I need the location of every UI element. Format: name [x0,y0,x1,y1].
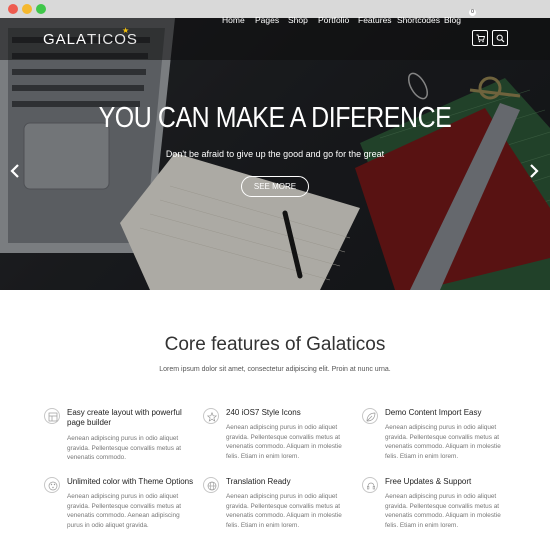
maximize-window-button[interactable] [36,4,46,14]
leaf-icon [362,408,378,424]
logo-star-icon: ★ [122,26,131,35]
hero-title: YOU CAN MAKE A DIFERENCE [98,102,452,134]
nav-home[interactable]: Home [222,15,245,25]
section-title: Core features of Galaticos [164,334,386,355]
layout-icon [44,408,60,424]
feature-description: Aenean adipiscing purus in odio aliquet … [67,493,182,529]
palette-icon [44,477,60,493]
feature-description: Aenean adipiscing purus in odio aliquet … [385,493,501,529]
cart-icon [476,34,485,43]
cart-button[interactable] [472,30,488,46]
search-icon [496,34,505,43]
feature-title: Demo Content Import Easy [385,408,482,417]
support-icon [362,477,378,493]
feature-description: Aenean adipiscing purus in odio aliquet … [226,493,342,529]
globe-icon [203,477,219,493]
search-button[interactable] [492,30,508,46]
chevron-right-icon[interactable] [529,163,539,179]
feature-title: 240 iOS7 Style Icons [226,408,301,417]
see-more-button[interactable]: SEE MORE [241,176,309,197]
feature-description: Aenean adipiscing purus in odio aliquet … [226,424,342,460]
nav-blog[interactable]: Blog [444,15,461,25]
feature-title: Easy create layout with powerful page bu… [67,408,182,427]
star-icon [203,408,219,424]
feature-description: Aenean adipiscing purus in odio aliquet … [67,435,182,461]
site-logo[interactable]: GALATICOS ★ [43,26,138,48]
minimize-window-button[interactable] [22,4,32,14]
feature-title: Translation Ready [226,477,291,486]
hero-subtitle: Don't be afraid to give up the good and … [165,149,385,159]
close-window-button[interactable] [8,4,18,14]
nav-shortcodes[interactable]: Shortcodes [397,15,440,25]
feature-title: Unlimited color with Theme Options [67,477,194,486]
section-subtitle: Lorem ipsum dolor sit amet, consectetur … [159,366,391,373]
feature-title: Free Updates & Support [385,477,472,486]
nav-features[interactable]: Features [358,15,392,25]
cart-count-badge: 0 [469,9,476,16]
chevron-left-icon[interactable] [10,163,20,179]
logo-bold: GALA [43,31,88,48]
nav-portfolio[interactable]: Portfolio [318,15,349,25]
nav-shop[interactable]: Shop [288,15,308,25]
nav-pages[interactable]: Pages [255,15,279,25]
logo-light: TICOS [87,31,138,48]
feature-description: Aenean adipiscing purus in odio aliquet … [385,424,501,460]
